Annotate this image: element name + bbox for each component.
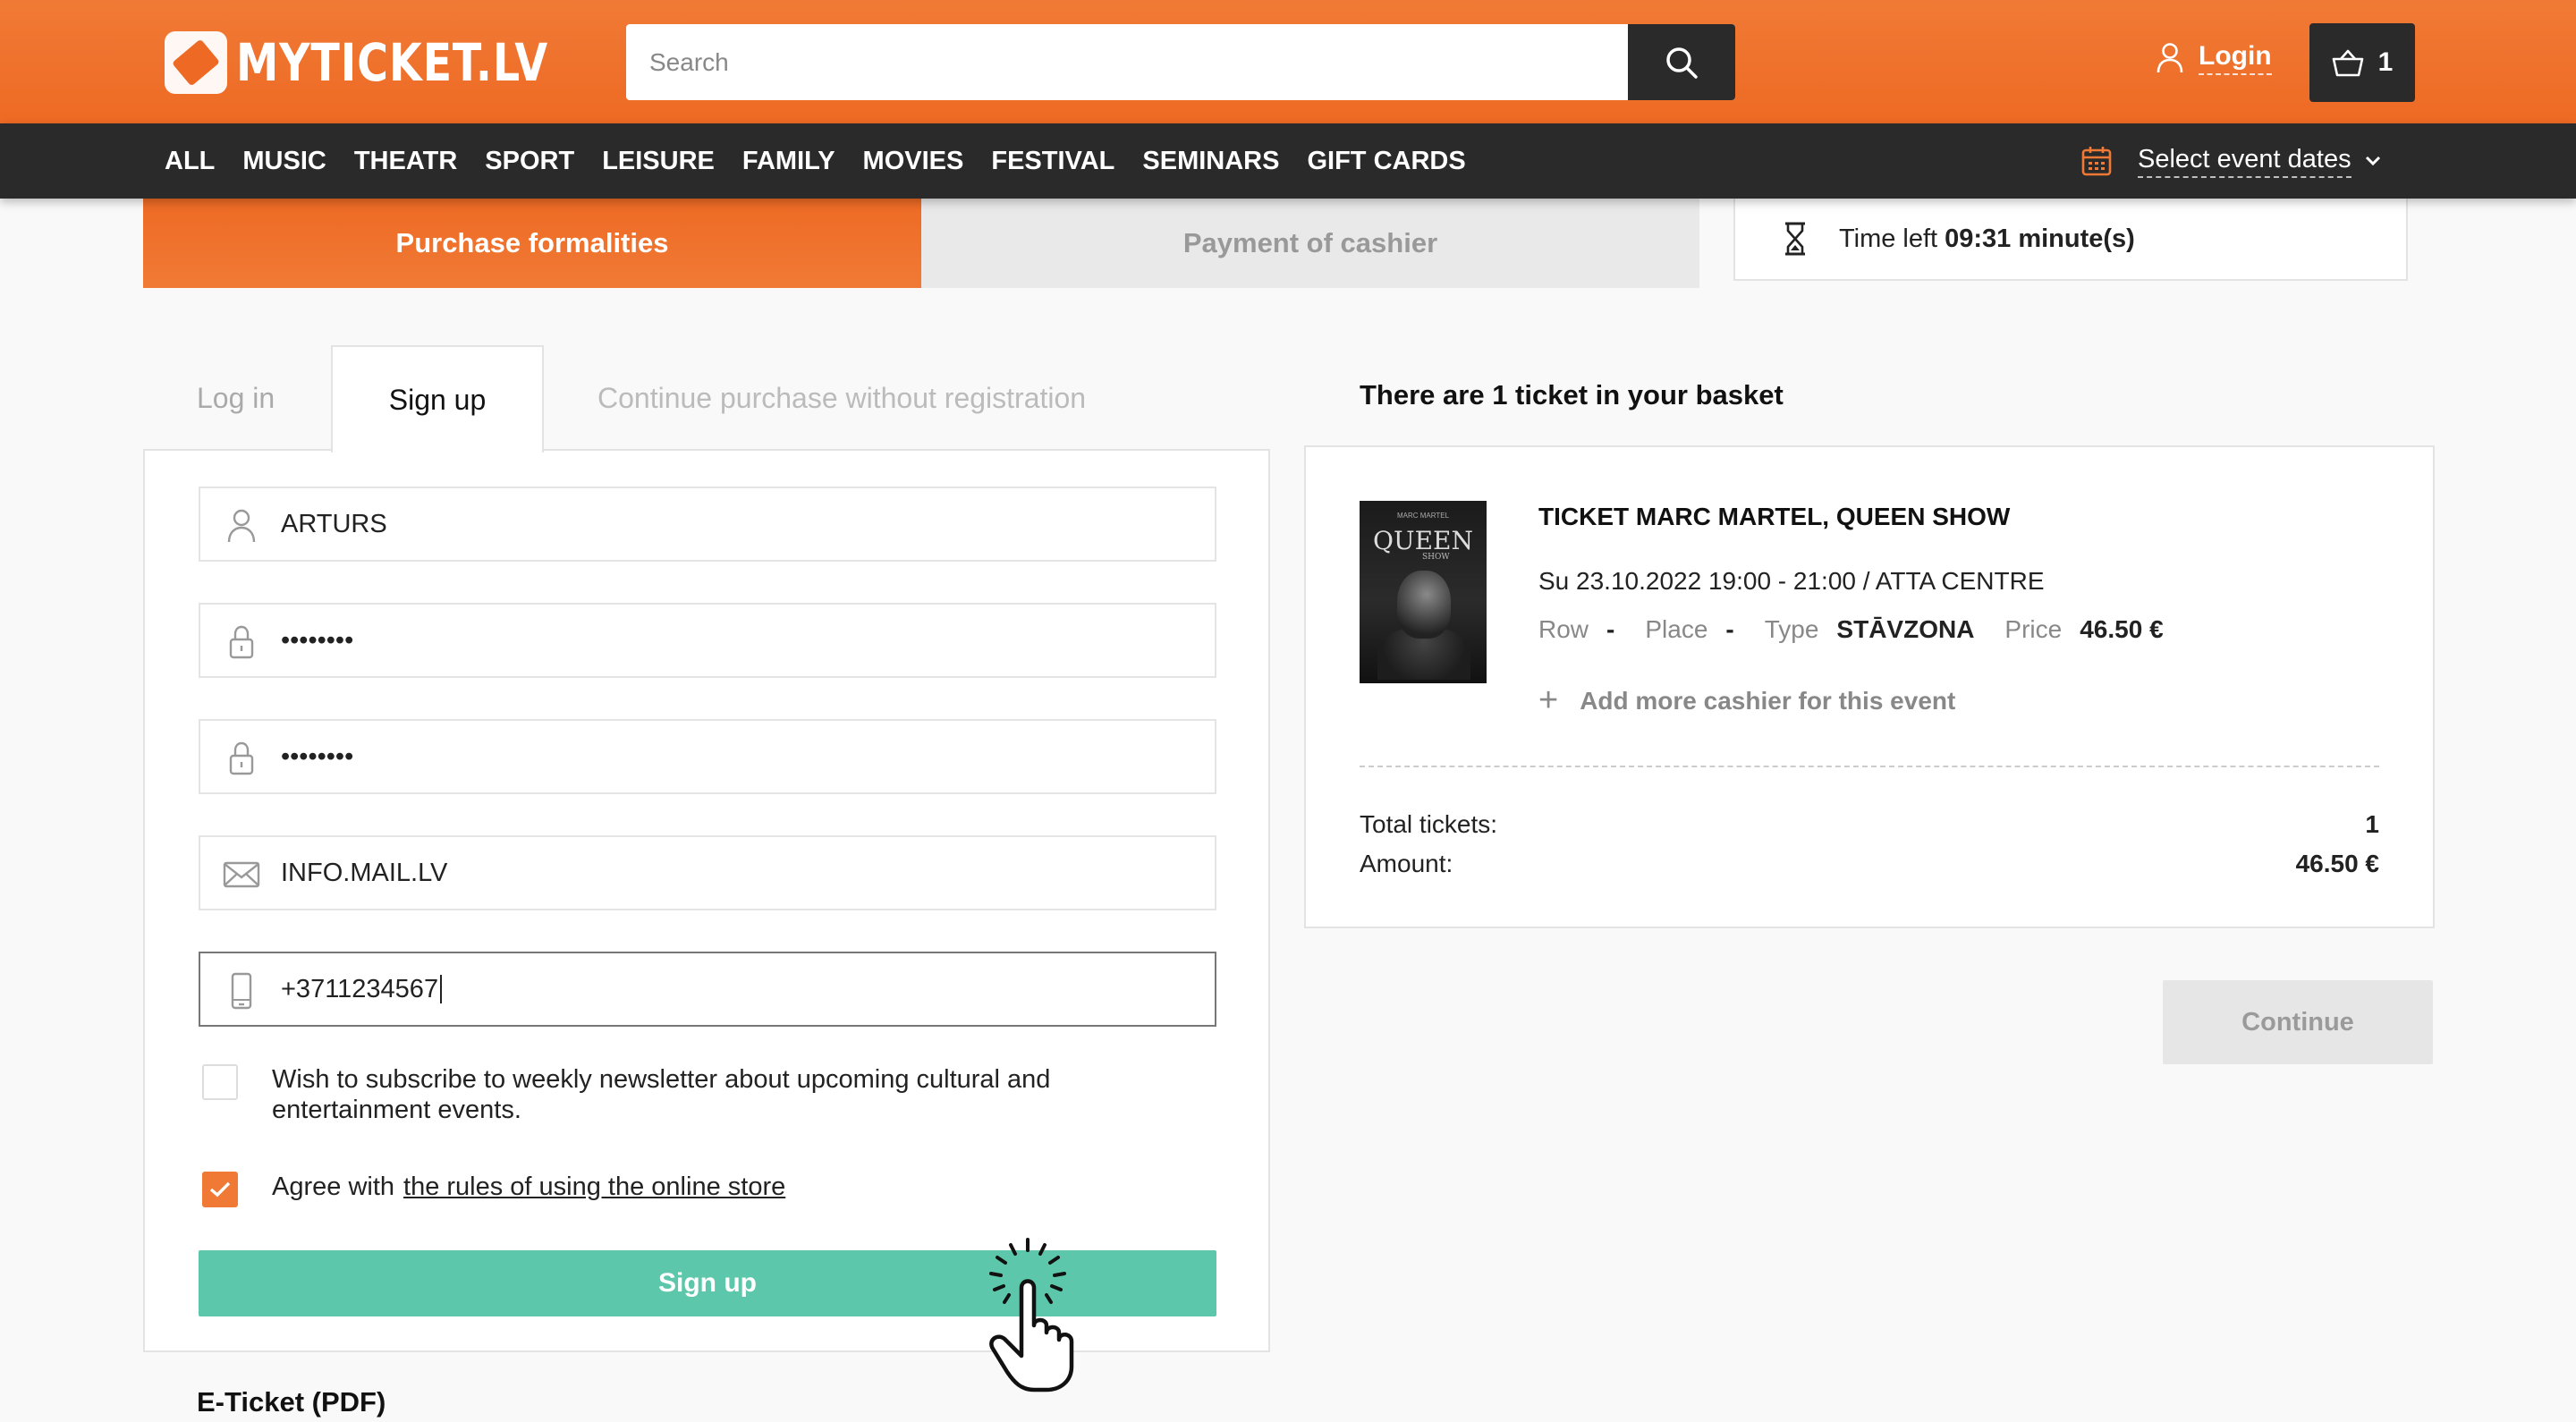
time-left-label: Time left <box>1839 224 1938 253</box>
time-left-box: Time left 09:31 minute(s) <box>1733 199 2408 281</box>
amount-label: Amount: <box>1360 850 1453 877</box>
event-poster[interactable]: MARC MARTEL QUEEN SHOW <box>1360 501 1487 683</box>
basket-title: There are 1 ticket in your basket <box>1360 379 1784 411</box>
password-repeat-value: •••••••• <box>281 741 354 771</box>
lock-icon <box>222 739 261 778</box>
nav-item-family[interactable]: FAMILY <box>742 147 835 176</box>
cart-icon <box>2332 49 2363 77</box>
agree-checkbox[interactable] <box>202 1172 238 1207</box>
nav-item-theatr[interactable]: THEATR <box>354 147 457 176</box>
event-dates-dropdown[interactable]: Select event dates <box>2080 123 2384 199</box>
poster-title: QUEEN <box>1373 526 1473 555</box>
type-value: STĀVZONA <box>1836 615 1975 643</box>
basket-panel: MARC MARTEL QUEEN SHOW TICKET MARC MARTE… <box>1304 445 2435 928</box>
row-label: Row <box>1538 615 1589 643</box>
phone-value: +3711234567 <box>281 974 439 1003</box>
price-value: 46.50 € <box>2080 615 2164 643</box>
ticket-meta: Row - Place - Type STĀVZONA Price 46.50 … <box>1538 615 2164 644</box>
nav-item-leisure[interactable]: LEISURE <box>602 147 715 176</box>
logo-text: MYTICKET.LV <box>236 32 549 93</box>
add-more-label: Add more cashier for this event <box>1580 686 1956 715</box>
total-label: Total tickets: <box>1360 810 1498 838</box>
site-logo[interactable]: MYTICKET.LV <box>165 30 617 95</box>
nav-item-gift-cards[interactable]: GIFT CARDS <box>1307 147 1465 176</box>
mail-icon <box>222 855 261 894</box>
place-value: - <box>1725 615 1734 643</box>
cart-count: 1 <box>2377 47 2394 77</box>
email-value: INFO.MAIL.LV <box>281 858 448 887</box>
event-dates-label: Select event dates <box>2138 145 2351 178</box>
newsletter-row: Wish to subscribe to weekly newsletter a… <box>202 1064 1186 1125</box>
search-icon <box>1666 47 1698 79</box>
cart-button[interactable]: 1 <box>2309 23 2415 102</box>
agree-label: Agree with <box>272 1172 395 1201</box>
step-purchase-formalities: Purchase formalities <box>143 199 921 288</box>
search-bar <box>626 24 1735 100</box>
tab-sign-up[interactable]: Sign up <box>331 345 544 453</box>
hand-pointer-cursor-icon <box>989 1238 1074 1392</box>
place-label: Place <box>1645 615 1708 643</box>
continue-button[interactable]: Continue <box>2163 980 2433 1064</box>
plus-icon: + <box>1538 681 1559 719</box>
poster-face <box>1397 571 1451 639</box>
category-nav: ALL MUSIC THEATR SPORT LEISURE FAMILY MO… <box>0 123 2576 199</box>
signup-form: ARTURS •••••••• •••••••• INFO.MAIL.LV +3… <box>143 449 1270 1352</box>
poster-sub: SHOW <box>1422 553 1450 562</box>
name-field[interactable]: ARTURS <box>199 487 1216 562</box>
store-rules-link[interactable]: the rules of using the online store <box>403 1172 785 1202</box>
lock-icon <box>222 622 261 662</box>
ticket-datetime: Su 23.10.2022 19:00 - 21:00 / ATTA CENTR… <box>1538 567 2045 595</box>
newsletter-checkbox[interactable] <box>202 1064 238 1100</box>
search-input[interactable] <box>626 24 1628 100</box>
ticket-logo-icon <box>165 31 227 94</box>
nav-item-all[interactable]: ALL <box>165 147 215 176</box>
password-repeat-field[interactable]: •••••••• <box>199 719 1216 794</box>
nav-item-sport[interactable]: SPORT <box>485 147 574 176</box>
step-payment: Payment of cashier <box>921 199 1699 288</box>
name-value: ARTURS <box>281 509 387 538</box>
divider <box>1360 766 2379 767</box>
top-header: MYTICKET.LV Login 1 <box>0 0 2576 123</box>
nav-item-festival[interactable]: FESTIVAL <box>991 147 1114 176</box>
type-label: Type <box>1764 615 1819 643</box>
total-value: 1 <box>2365 810 2379 838</box>
user-icon <box>2157 43 2183 73</box>
eticket-heading: E-Ticket (PDF) <box>197 1386 386 1418</box>
row-value: - <box>1606 615 1615 643</box>
phone-icon <box>222 971 261 1011</box>
amount-row: Amount: 46.50 € <box>1360 850 2379 878</box>
poster-top-text: MARC MARTEL <box>1396 512 1450 520</box>
total-tickets-row: Total tickets: 1 <box>1360 810 2379 839</box>
login-link[interactable]: Login <box>2156 41 2272 75</box>
calendar-icon <box>2081 147 2112 176</box>
ticket-title[interactable]: TICKET MARC MARTEL, QUEEN SHOW <box>1538 503 2010 531</box>
newsletter-label: Wish to subscribe to weekly newsletter a… <box>272 1065 1051 1124</box>
user-icon <box>222 506 261 546</box>
text-caret <box>440 975 443 1003</box>
checkmark-icon <box>209 1181 231 1198</box>
hourglass-icon <box>1785 222 1805 256</box>
nav-item-movies[interactable]: MOVIES <box>863 147 964 176</box>
add-more-link[interactable]: + Add more cashier for this event <box>1538 681 1955 720</box>
price-label: Price <box>2004 615 2063 643</box>
amount-value: 46.50 € <box>2295 850 2379 877</box>
tab-log-in[interactable]: Log in <box>197 345 275 451</box>
nav-item-music[interactable]: MUSIC <box>242 147 326 176</box>
password-field[interactable]: •••••••• <box>199 603 1216 678</box>
email-field[interactable]: INFO.MAIL.LV <box>199 835 1216 910</box>
search-button[interactable] <box>1628 24 1735 100</box>
time-left-value: 09:31 minute(s) <box>1945 224 2135 253</box>
password-value: •••••••• <box>281 625 354 655</box>
tab-continue-without-registration[interactable]: Continue purchase without registration <box>597 345 1086 451</box>
phone-field[interactable]: +3711234567 <box>199 952 1216 1027</box>
nav-item-seminars[interactable]: SEMINARS <box>1142 147 1279 176</box>
login-label: Login <box>2199 41 2272 75</box>
agree-row: Agree with the rules of using the online… <box>202 1172 785 1207</box>
chevron-down-icon <box>2365 156 2380 166</box>
